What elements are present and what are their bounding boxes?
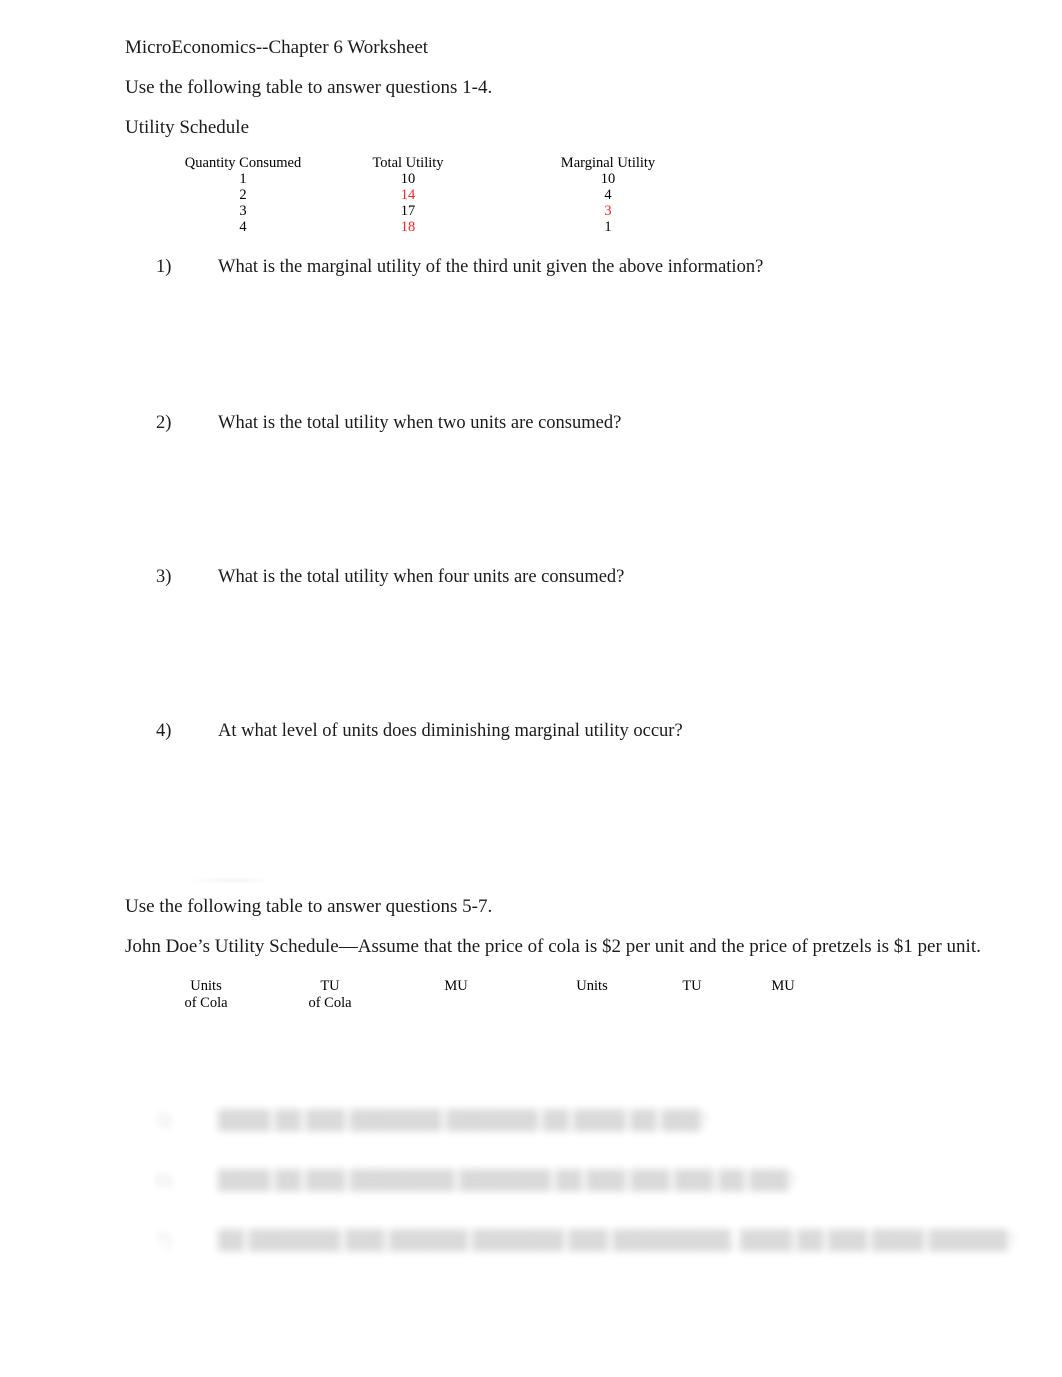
column-header-mu-of-cola: MU bbox=[444, 978, 468, 994]
column-header-total-utility: Total Utility bbox=[372, 155, 444, 171]
table-row bbox=[125, 1029, 925, 1046]
table-header-row-line1: Units TU MU Units TU MU bbox=[125, 978, 925, 995]
question-number: 6) bbox=[156, 1171, 172, 1191]
column-header-tu-of-pretzels: TU bbox=[682, 978, 702, 994]
worksheet-page: MicroEconomics--Chapter 6 Worksheet Use … bbox=[0, 0, 1062, 1377]
johndoe-schedule-heading: John Doe’s Utility Schedule—Assume that … bbox=[125, 936, 981, 957]
question-text: What is the total utility when two units… bbox=[218, 413, 622, 433]
table-row: 3 17 3 bbox=[125, 203, 925, 219]
cell-total-utility: 14 bbox=[400, 187, 416, 203]
table-row: 4 18 1 bbox=[125, 219, 925, 235]
column-subheader-tu-of-cola: of Cola bbox=[308, 995, 352, 1011]
cell-total-utility: 17 bbox=[400, 203, 416, 219]
johndoe-schedule-table: Units TU MU Units TU MU of Cola of Cola bbox=[125, 978, 925, 1097]
cell-marginal-utility: 10 bbox=[600, 171, 616, 187]
table-header-row-line2: of Cola of Cola bbox=[125, 995, 925, 1012]
question-number: 3) bbox=[156, 567, 172, 587]
question-text: At what level of units does diminishing … bbox=[218, 721, 683, 741]
column-header-quantity-consumed: Quantity Consumed bbox=[184, 155, 302, 171]
cell-total-utility: 18 bbox=[400, 219, 416, 235]
utility-schedule-table: Quantity Consumed Total Utility Marginal… bbox=[125, 155, 925, 235]
question-number: 7) bbox=[156, 1231, 172, 1251]
question-text: ████ ██ ███ ████████ ███████ ██ ███ ███ … bbox=[218, 1171, 797, 1191]
cell-quantity: 3 bbox=[239, 203, 247, 219]
column-header-units-of-pretzels: Units bbox=[576, 978, 608, 994]
column-header-units-of-cola: Units bbox=[190, 978, 222, 994]
cell-quantity: 4 bbox=[239, 219, 247, 235]
question-text: What is the total utility when four unit… bbox=[218, 567, 625, 587]
cell-quantity: 2 bbox=[239, 187, 247, 203]
column-header-marginal-utility: Marginal Utility bbox=[560, 155, 656, 171]
column-header-tu-of-cola: TU bbox=[320, 978, 340, 994]
cell-marginal-utility: 1 bbox=[604, 219, 612, 235]
table-row bbox=[125, 1080, 925, 1097]
question-text: ████ ██ ███ ███████ ███████ ██ ████ ██ █… bbox=[218, 1111, 709, 1131]
question-number: 1) bbox=[156, 257, 172, 277]
page-artifact-smudge bbox=[190, 879, 270, 882]
utility-schedule-heading: Utility Schedule bbox=[125, 117, 250, 138]
cell-quantity: 1 bbox=[239, 171, 247, 187]
question-number: 5) bbox=[156, 1111, 172, 1131]
cell-total-utility: 10 bbox=[400, 171, 416, 187]
instruction-questions-5-7: Use the following table to answer questi… bbox=[125, 896, 493, 917]
cell-marginal-utility: 3 bbox=[604, 203, 612, 219]
table-row bbox=[125, 1063, 925, 1080]
table-row: 1 10 10 bbox=[125, 171, 925, 187]
table-row: 2 14 4 bbox=[125, 187, 925, 203]
question-text: ██ ███████ ███ ██████ ███████ ███ ██████… bbox=[218, 1231, 1016, 1251]
question-text: What is the marginal utility of the thir… bbox=[218, 257, 764, 277]
table-row-spacer bbox=[125, 1012, 925, 1029]
column-header-mu-of-pretzels: MU bbox=[771, 978, 795, 994]
instruction-questions-1-4: Use the following table to answer questi… bbox=[125, 77, 493, 98]
question-number: 2) bbox=[156, 413, 172, 433]
table-row bbox=[125, 1046, 925, 1063]
page-title: MicroEconomics--Chapter 6 Worksheet bbox=[125, 37, 429, 58]
question-number: 4) bbox=[156, 721, 172, 741]
table-header-row: Quantity Consumed Total Utility Marginal… bbox=[125, 155, 925, 171]
cell-marginal-utility: 4 bbox=[604, 187, 612, 203]
column-subheader-units-of-cola: of Cola bbox=[184, 995, 228, 1011]
